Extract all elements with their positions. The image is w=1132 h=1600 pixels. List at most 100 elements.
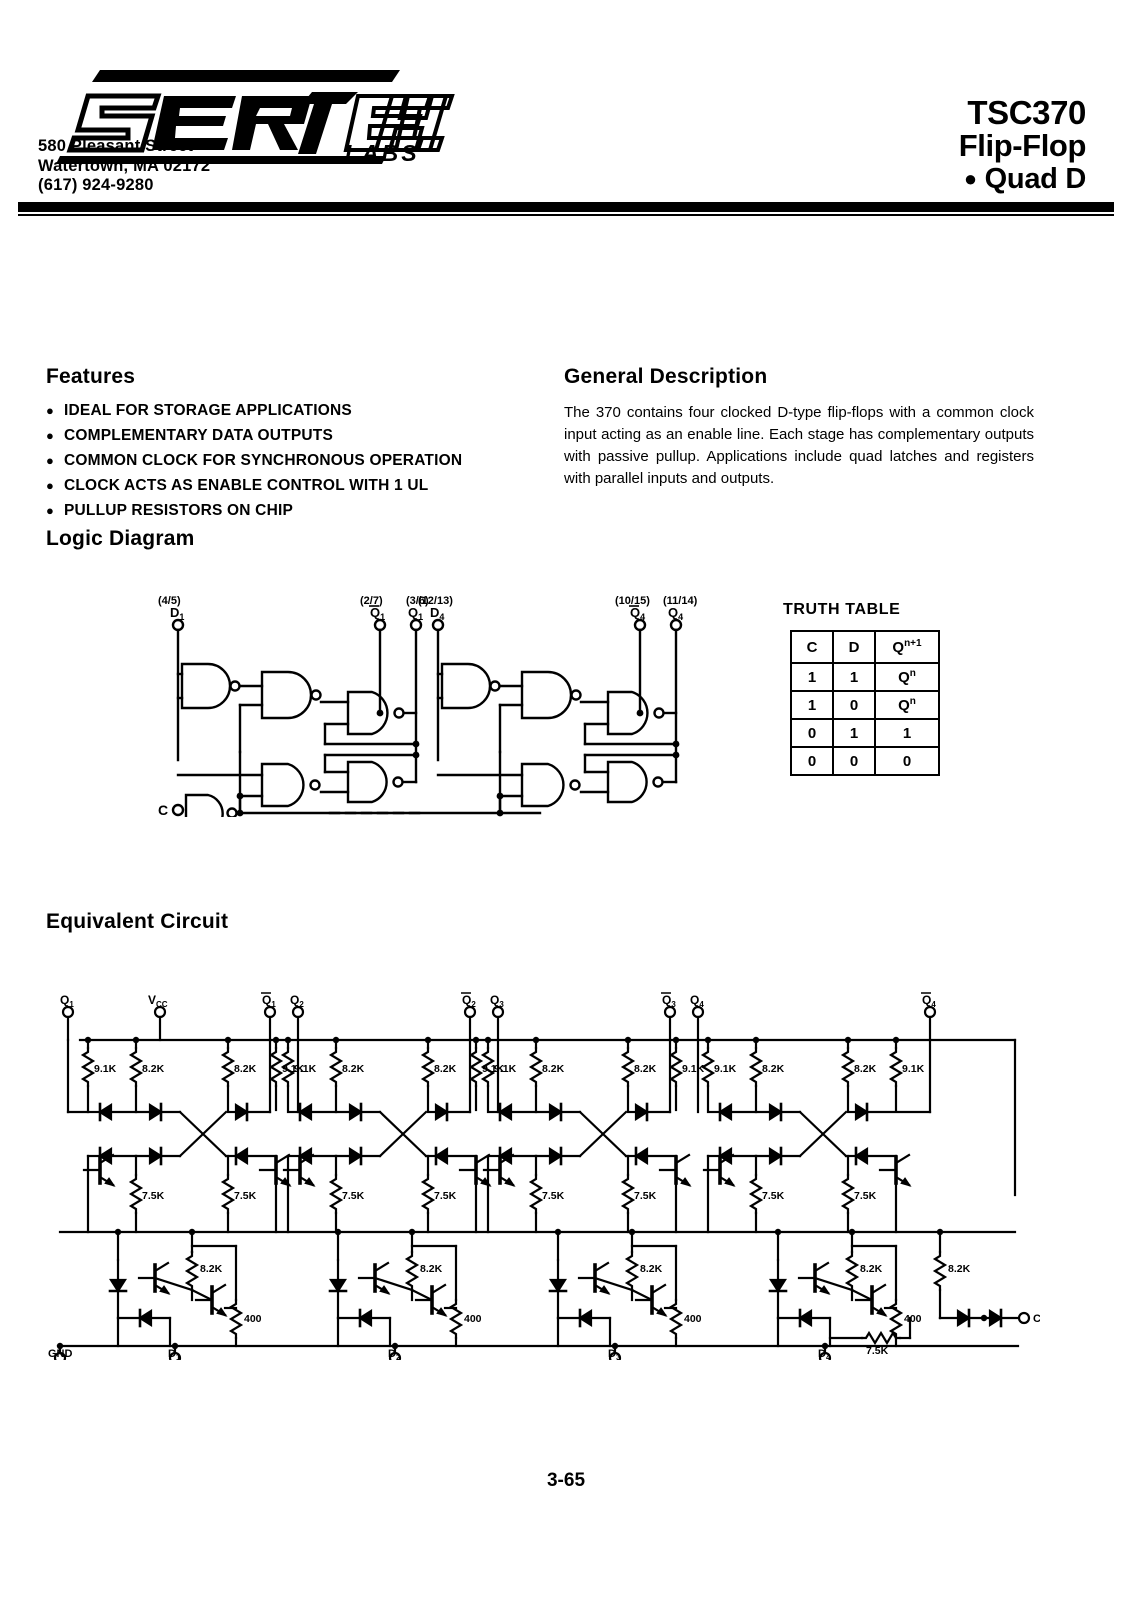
table-row: 0 0 0 xyxy=(790,746,940,776)
bullet-icon: ● xyxy=(46,428,54,443)
res-9k1: 9.1K xyxy=(714,1063,737,1075)
cell-c: 0 xyxy=(790,746,834,776)
table-row: 1 0 Qn xyxy=(790,690,940,720)
features-list: ● IDEAL FOR STORAGE APPLICATIONS ● COMPL… xyxy=(46,400,546,525)
labs-wordmark: LABS xyxy=(345,140,420,166)
equiv-pin-clock: C xyxy=(1033,1313,1040,1325)
res-9k1: 9.1K xyxy=(682,1063,705,1075)
cell-d: 0 xyxy=(832,746,876,776)
cell-d: 0 xyxy=(832,690,876,720)
truth-table: C D Qn+1 1 1 Qn 1 0 Qn 0 1 1 0 0 0 xyxy=(790,630,940,776)
cell-q: 1 xyxy=(874,718,940,748)
res-in-8k2: 8.2K xyxy=(640,1263,663,1275)
header-rule-thin xyxy=(18,214,1114,216)
cell-d: 1 xyxy=(832,718,876,748)
res-in-8k2: 8.2K xyxy=(420,1263,443,1275)
res-7k5: 7.5K xyxy=(634,1190,657,1202)
truth-table-title: TRUTH TABLE xyxy=(783,601,901,618)
res-in-8k2: 8.2K xyxy=(200,1263,223,1275)
equiv-top-labels: Q1 VCC Q1 Q2 Q2 Q3 Q3 Q4 Q4 xyxy=(60,993,936,1009)
address-line-3: (617) 924-9280 xyxy=(38,176,154,194)
clock-input-network xyxy=(828,1230,1031,1345)
th-qn1: Qn+1 xyxy=(874,630,940,664)
cell-c: 1 xyxy=(790,690,834,720)
res-9k1: 9.1K xyxy=(94,1063,117,1075)
equiv-pin-d2: D2 xyxy=(388,1348,401,1360)
pin-label-q1: Q1 xyxy=(408,605,423,622)
res-400: 400 xyxy=(244,1313,262,1325)
equivalent-circuit-heading: Equivalent Circuit xyxy=(46,910,229,933)
feature-item: ● COMPLEMENTARY DATA OUTPUTS xyxy=(46,425,546,447)
resistor-labels: 9.1K 8.2K 8.2K 9.1K 7.5K 7.5K 9.1K 8.2K … xyxy=(94,1063,971,1357)
part-title-block: TSC370 Flip-Flop ● Quad D xyxy=(958,94,1087,196)
part-variant-line: ● Quad D xyxy=(959,162,1086,196)
logic-diagram: (4/5) (2/7) (3/6) (12/13) (12/13) xyxy=(120,592,740,838)
feature-text: COMPLEMENTARY DATA OUTPUTS xyxy=(64,427,333,444)
input-stage-4 xyxy=(768,1230,903,1348)
feature-item: ● COMMON CLOCK FOR SYNCHRONOUS OPERATION xyxy=(46,450,546,472)
th-d: D xyxy=(832,630,876,664)
equiv-pin-q3: Q3 xyxy=(490,993,504,1009)
part-variant: Quad D xyxy=(984,163,1087,195)
equiv-pin-q2: Q2 xyxy=(290,993,304,1009)
part-type: Flip-Flop xyxy=(958,128,1087,163)
variant-bullet-icon: ● xyxy=(963,166,977,191)
res-clk-8k2: 8.2K xyxy=(948,1263,971,1275)
res-clk-7k5: 7.5K xyxy=(866,1345,889,1357)
company-address: 580 Pleasant Street Watertown, MA 02172 … xyxy=(38,137,210,196)
res-7k5: 7.5K xyxy=(434,1190,457,1202)
equiv-pin-qbar1: Q1 xyxy=(262,993,276,1009)
input-stage-1 xyxy=(108,1230,243,1348)
general-description-text: The 370 contains four clocked D-type fli… xyxy=(564,404,1034,487)
equiv-pin-d4: D4 xyxy=(818,1348,831,1360)
res-8k2: 8.2K xyxy=(142,1063,165,1075)
part-number: TSC370 xyxy=(967,94,1086,131)
feature-text: CLOCK ACTS AS ENABLE CONTROL WITH 1 UL xyxy=(64,477,429,494)
equiv-pin-q4: Q4 xyxy=(690,993,704,1009)
pin-label-q4: Q4 xyxy=(668,605,683,622)
header-rule-thick xyxy=(18,202,1114,212)
res-7k5: 7.5K xyxy=(342,1190,365,1202)
equiv-pin-vcc: VCC xyxy=(148,993,168,1009)
res-8k2: 8.2K xyxy=(434,1063,457,1075)
bullet-icon: ● xyxy=(46,453,54,468)
res-8k2: 8.2K xyxy=(854,1063,877,1075)
res-400: 400 xyxy=(904,1313,922,1325)
equiv-pin-d1: D1 xyxy=(168,1348,181,1360)
address-line-1: 580 Pleasant Street xyxy=(38,137,194,155)
bullet-icon: ● xyxy=(46,503,54,518)
bullet-icon: ● xyxy=(46,403,54,418)
res-8k2: 8.2K xyxy=(634,1063,657,1075)
res-8k2: 8.2K xyxy=(234,1063,257,1075)
equiv-pin-q1: Q1 xyxy=(60,993,74,1009)
equivalent-circuit: Q1 VCC Q1 Q2 Q2 Q3 Q3 Q4 Q4 GND D1 D2 D3… xyxy=(40,960,1041,1365)
res-9k1: 9.1K xyxy=(294,1063,317,1075)
input-stage-3 xyxy=(548,1230,683,1348)
general-description-heading: General Description xyxy=(564,365,768,388)
page-header: 580 Pleasant Street Watertown, MA 02172 … xyxy=(0,0,1132,216)
res-7k5: 7.5K xyxy=(234,1190,257,1202)
input-stage-2 xyxy=(328,1230,463,1348)
res-8k2: 8.2K xyxy=(762,1063,785,1075)
feature-text: IDEAL FOR STORAGE APPLICATIONS xyxy=(64,402,352,419)
clock-input-label: C xyxy=(158,802,168,817)
res-8k2: 8.2K xyxy=(342,1063,365,1075)
truth-table-header-row: C D Qn+1 xyxy=(790,630,940,664)
res-9k1: 9.1K xyxy=(494,1063,517,1075)
cell-q: 0 xyxy=(874,746,940,776)
equiv-pin-qbar2: Q2 xyxy=(462,993,476,1009)
equiv-pin-d3: D3 xyxy=(608,1348,621,1360)
res-9k1: 9.1K xyxy=(902,1063,925,1075)
table-row: 0 1 1 xyxy=(790,718,940,748)
res-400: 400 xyxy=(684,1313,702,1325)
cell-q: Qn xyxy=(874,662,940,692)
datasheet-page: 580 Pleasant Street Watertown, MA 02172 … xyxy=(0,0,1132,1600)
equiv-pin-qbar3: Q3 xyxy=(662,993,676,1009)
pin-label-d1: D1 xyxy=(170,605,184,622)
th-c: C xyxy=(790,630,834,664)
cell-d: 1 xyxy=(832,662,876,692)
equiv-pin-qbar4: Q4 xyxy=(922,993,936,1009)
res-in-8k2: 8.2K xyxy=(860,1263,883,1275)
features-heading: Features xyxy=(46,365,136,388)
pin-label-qbar1: Q1 xyxy=(370,605,385,622)
